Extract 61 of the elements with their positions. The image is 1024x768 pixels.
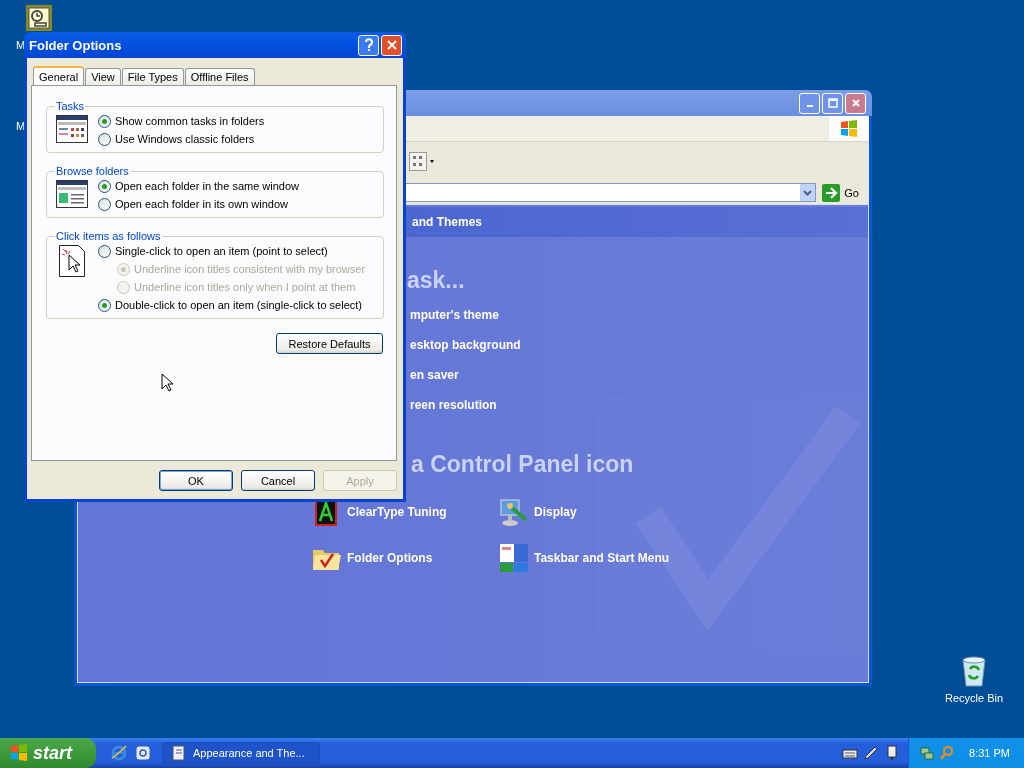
dialog-button[interactable]: OK bbox=[159, 470, 233, 491]
maximize-icon bbox=[827, 98, 838, 108]
mouse-pointer-icon bbox=[161, 373, 173, 392]
help-icon bbox=[362, 38, 375, 52]
clock: 8:31 PM bbox=[969, 747, 1010, 759]
task-link[interactable]: mputer's theme bbox=[410, 308, 499, 323]
views-grid-icon[interactable] bbox=[409, 151, 435, 172]
dialog-button[interactable]: Cancel bbox=[241, 470, 315, 491]
close-icon bbox=[385, 39, 398, 51]
radio-option[interactable]: Single-click to open an item (point to select) bbox=[98, 242, 366, 260]
radio-option[interactable]: Use Windows classic folders bbox=[98, 130, 265, 148]
radio-option[interactable]: Open each folder in the same window bbox=[98, 177, 300, 195]
radio-option[interactable]: Open each folder in its own window bbox=[98, 195, 300, 213]
task-heading: ask... bbox=[407, 267, 466, 294]
task-link[interactable]: esktop background bbox=[410, 338, 521, 353]
restore-defaults-button[interactable]: Restore Defaults bbox=[276, 333, 383, 354]
control-panel-icon-label[interactable]: Taskbar and Start Menu bbox=[534, 551, 670, 565]
control-panel-icon-label[interactable]: Folder Options bbox=[347, 551, 433, 565]
task-link[interactable]: en saver bbox=[410, 368, 459, 383]
tab[interactable]: General bbox=[33, 66, 85, 86]
windows-flag-icon bbox=[839, 118, 859, 139]
control-panel-icon-label[interactable]: Display bbox=[534, 505, 577, 519]
desktop-icon-label: M bbox=[16, 120, 26, 132]
radio-option[interactable]: Show common tasks in folders bbox=[98, 112, 265, 130]
group-title: Click items as follows bbox=[55, 230, 162, 242]
window-tasks-icon bbox=[56, 115, 88, 143]
recycle-bin-icon[interactable] bbox=[959, 656, 989, 688]
group-title: Browse folders bbox=[55, 165, 130, 177]
arrow-right-icon bbox=[822, 183, 841, 202]
network-icon[interactable] bbox=[919, 745, 936, 761]
radio-option[interactable]: Double-click to open an item (single-click to select) bbox=[98, 296, 366, 314]
category-title: and Themes bbox=[412, 215, 483, 229]
group-title: Tasks bbox=[55, 100, 86, 112]
cursor-click-icon bbox=[59, 245, 85, 277]
document-icon bbox=[171, 745, 187, 761]
recycle-bin-label[interactable]: Recycle Bin bbox=[944, 692, 1004, 704]
close-button[interactable] bbox=[845, 92, 866, 114]
minimize-icon bbox=[806, 105, 813, 107]
close-icon bbox=[850, 98, 861, 108]
browser-e-icon[interactable] bbox=[110, 744, 128, 762]
tab[interactable]: File Types bbox=[121, 68, 184, 85]
icons-heading: a Control Panel icon bbox=[411, 451, 635, 478]
desktop-icon-label: M bbox=[16, 39, 26, 51]
control-panel-icon-label[interactable]: ClearType Tuning bbox=[347, 505, 447, 519]
close-button[interactable] bbox=[381, 34, 402, 56]
taskbar-button[interactable]: Appearance and The... bbox=[162, 742, 320, 764]
windows-flag-icon bbox=[9, 743, 29, 763]
monitor-brush-icon[interactable] bbox=[498, 496, 530, 528]
tab[interactable]: Offline Files bbox=[184, 68, 255, 85]
tab[interactable]: View bbox=[85, 68, 121, 85]
taskbar-window-icon[interactable] bbox=[498, 542, 530, 574]
pen-icon[interactable] bbox=[863, 745, 880, 761]
task-link[interactable]: reen resolution bbox=[410, 398, 497, 413]
minimize-button[interactable] bbox=[799, 92, 820, 114]
start-button[interactable]: start bbox=[0, 738, 96, 768]
maximize-button[interactable] bbox=[822, 92, 843, 114]
go-button[interactable]: Go bbox=[820, 182, 865, 203]
help-button[interactable] bbox=[358, 34, 379, 56]
clock-document-icon[interactable] bbox=[25, 4, 53, 32]
dialog-title: Folder Options bbox=[29, 37, 122, 53]
window-browse-icon bbox=[56, 180, 88, 208]
